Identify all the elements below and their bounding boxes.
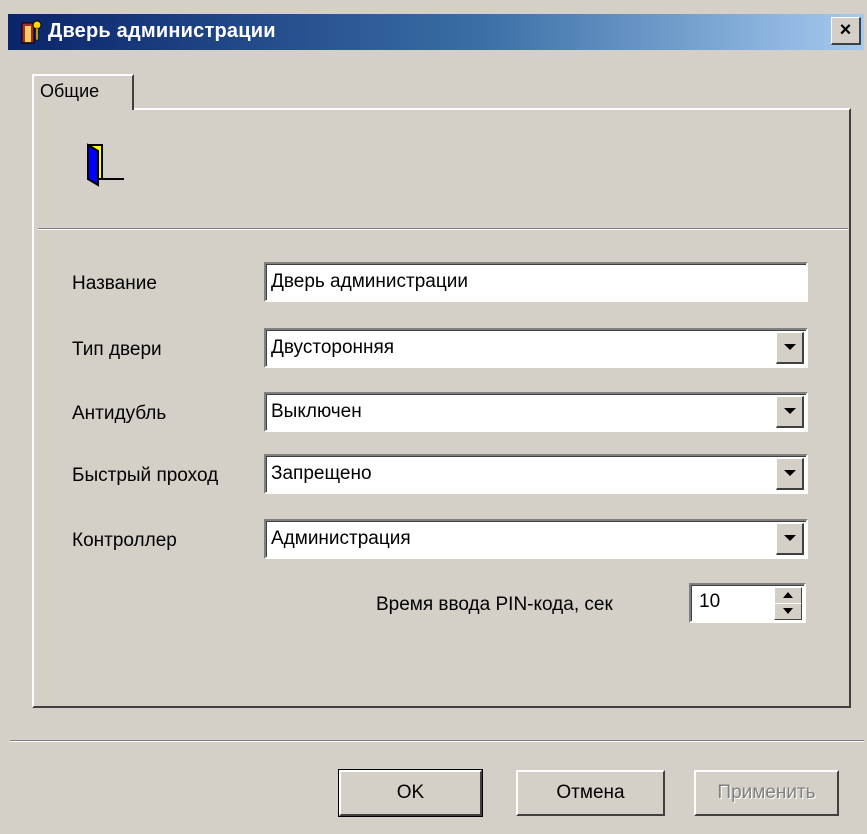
pin-time-value: 10 <box>699 591 721 612</box>
pin-time-increment-button[interactable] <box>774 587 802 604</box>
name-label: Название <box>72 273 157 294</box>
footer-divider <box>10 740 864 742</box>
door-type-select[interactable]: Двусторонняя <box>264 328 808 368</box>
tab-general[interactable]: Общие <box>32 74 134 110</box>
pin-time-label: Время ввода PIN-кода, сек <box>376 594 613 615</box>
controller-select[interactable]: Администрация <box>264 519 808 559</box>
door-type-dropdown-button[interactable] <box>776 332 804 364</box>
fast-pass-value: Запрещено <box>271 463 372 484</box>
door-type-value: Двусторонняя <box>271 337 395 358</box>
cancel-button[interactable]: Отмена <box>516 770 665 816</box>
controller-label: Контроллер <box>72 530 177 551</box>
pin-time-stepper[interactable]: 10 <box>689 583 806 623</box>
title-bar[interactable]: Дверь администрации <box>8 14 864 50</box>
dialog-window: Дверь администрации × Общие Название Две… <box>0 0 867 834</box>
fast-pass-select[interactable]: Запрещено <box>264 454 808 494</box>
controller-dropdown-button[interactable] <box>776 523 804 555</box>
pin-time-decrement-button[interactable] <box>774 603 802 620</box>
header-divider <box>38 228 848 230</box>
ok-button[interactable]: OK <box>338 769 483 817</box>
door-type-label: Тип двери <box>72 339 162 360</box>
apply-button[interactable]: Применить <box>694 770 839 816</box>
antipassback-label: Антидубль <box>72 403 167 424</box>
name-value: Дверь администрации <box>271 271 468 292</box>
fast-pass-dropdown-button[interactable] <box>776 458 804 490</box>
antipassback-dropdown-button[interactable] <box>776 396 804 428</box>
antipassback-value: Выключен <box>271 401 362 422</box>
controller-value: Администрация <box>271 528 411 549</box>
door-icon <box>87 143 124 187</box>
close-button[interactable]: × <box>831 17 861 45</box>
window-title: Дверь администрации <box>48 20 276 42</box>
name-field[interactable]: Дверь администрации <box>264 262 808 302</box>
close-icon: × <box>839 19 852 41</box>
door-keyholder-icon <box>21 20 42 44</box>
fast-pass-label: Быстрый проход <box>72 465 219 486</box>
antipassback-select[interactable]: Выключен <box>264 392 808 432</box>
tab-general-label: Общие <box>40 81 100 101</box>
